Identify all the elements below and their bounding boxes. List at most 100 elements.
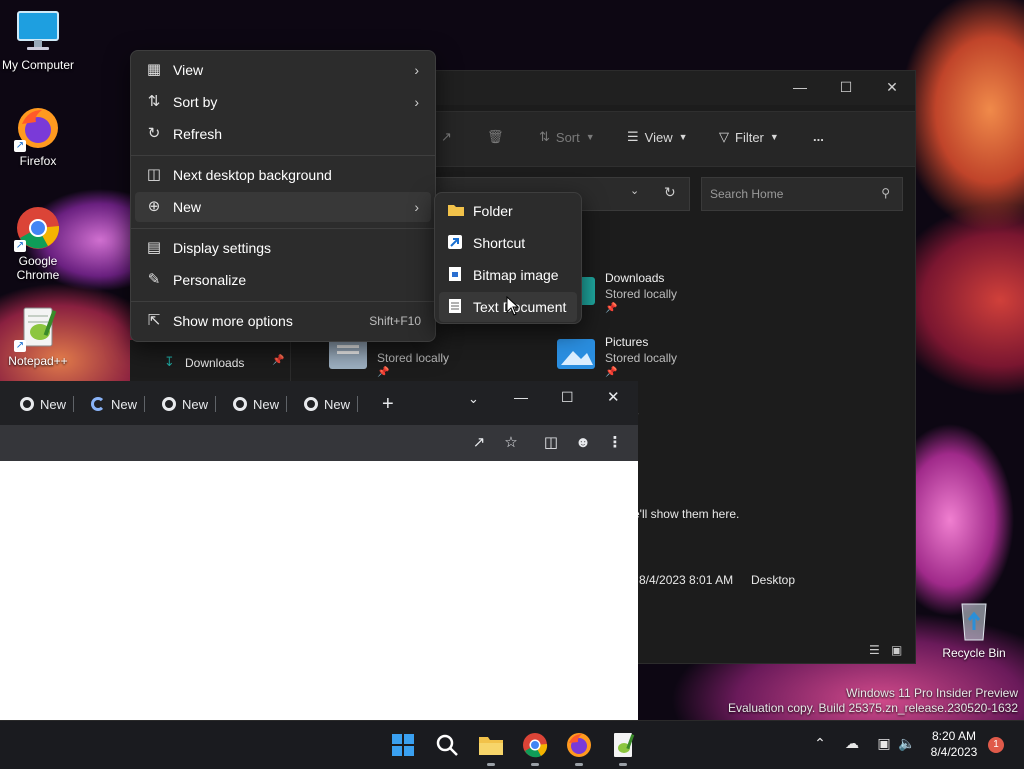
chrome-tab[interactable]: New [91,394,146,414]
sort-button[interactable]: ⇅ Sort ▼ [539,129,595,145]
windows-watermark: Windows 11 Pro Insider Preview Evaluatio… [728,686,1018,716]
profile-avatar-icon[interactable]: ☻ [573,433,593,453]
tiles-view-icon[interactable]: ▣ [891,643,902,657]
menu-item-refresh[interactable]: ↻ Refresh [135,119,431,149]
minimize-button[interactable]: — [777,71,823,103]
desktop-icon-label: Recycle Bin [942,646,1006,660]
desktop-icon-notepadpp[interactable]: ↗ Notepad++ [0,304,76,368]
close-button[interactable]: ✕ [607,388,620,406]
delete-icon[interactable]: 🗑 [487,129,504,145]
submenu-item-folder[interactable]: Folder [439,196,577,226]
chevron-up-icon[interactable]: ⌃ [810,735,830,752]
menu-item-personalize[interactable]: ✎ Personalize [135,265,431,295]
menu-item-shortcut: Shift+F10 [369,314,421,328]
chevron-down-icon: ▼ [769,132,779,142]
more-options-button[interactable]: ... [813,129,824,144]
desktop-icon-firefox[interactable]: ↗ Firefox [0,104,76,168]
menu-item-display-settings[interactable]: ▤ Display settings [135,233,431,263]
search-placeholder: Search Home [710,187,784,201]
quick-access-pictures[interactable]: Pictures Stored locally 📌 [555,335,715,385]
side-panel-icon[interactable]: ◫ [541,433,561,453]
downloads-icon: ↧ [164,354,175,369]
desktop-icon-chrome[interactable]: ↗ Google Chrome [0,204,76,282]
watermark-line1: Windows 11 Pro Insider Preview [846,686,1018,700]
search-icon[interactable] [433,731,461,759]
nav-downloads-label[interactable]: Downloads [185,356,244,370]
shortcut-arrow-icon: ↗ [14,140,26,152]
chevron-down-icon[interactable]: ⌄ [630,184,639,197]
chevron-down-icon: ▼ [678,132,688,142]
chrome-menu-icon[interactable]: ⋮ [605,433,625,453]
chevron-right-icon: › [414,62,419,78]
filter-button[interactable]: ▽ Filter ▼ [719,129,779,145]
recycle-bin-icon [950,596,998,644]
chrome-tab-strip: New New New New New + ⌄ — ☐ ✕ [0,381,638,425]
tab-search-icon[interactable]: ⌄ [468,391,479,407]
chevron-down-icon: ▼ [585,132,595,142]
search-icon: ⚲ [881,186,890,200]
menu-item-next-desktop-background[interactable]: ◫ Next desktop background [135,160,431,190]
chrome-tab[interactable]: New [162,394,217,414]
sort-icon: ⇅ [147,93,161,110]
refresh-icon[interactable]: ↻ [664,184,676,201]
chrome-page-content[interactable] [0,461,638,720]
bookmark-star-icon[interactable]: ☆ [501,433,521,453]
system-clock[interactable]: 8:20 AM 8/4/2023 [924,728,984,760]
desktop-icon-label: Google Chrome [16,254,60,282]
menu-item-sort-by[interactable]: ⇅ Sort by › [135,87,431,117]
start-icon[interactable] [389,731,417,759]
running-indicator [531,763,539,766]
search-input[interactable]: Search Home ⚲ [701,177,903,211]
chrome-icon[interactable] [521,731,549,766]
running-indicator [575,763,583,766]
new-tab-button[interactable]: + [382,393,394,415]
file-explorer-icon[interactable] [477,731,505,766]
chrome-tab[interactable]: New [20,394,75,414]
maximize-button[interactable]: ☐ [823,71,869,103]
submenu-item-bitmap-image[interactable]: Bitmap image [439,260,577,290]
filter-label: Filter [735,129,764,145]
tab-label: New [324,396,351,412]
brush-icon: ✎ [147,271,161,288]
desktop-icon-label: Notepad++ [8,354,68,368]
notification-badge[interactable]: 1 [988,737,1004,753]
volume-icon[interactable]: 🔈 [897,735,917,752]
minimize-button[interactable]: — [514,389,528,405]
firefox-icon[interactable] [565,731,593,766]
tab-label: New [111,396,138,412]
desktop-icon-label: Firefox [19,154,57,168]
cloud-offline-icon[interactable]: ☁ [842,735,862,752]
submenu-item-shortcut[interactable]: Shortcut [439,228,577,258]
explorer-nav-pane: ↧ Downloads 📌 [130,340,290,381]
menu-item-view[interactable]: ▦ View › [135,55,431,85]
menu-separator [131,228,435,229]
desktop-icon-recycle-bin[interactable]: Recycle Bin [936,596,1012,660]
network-icon[interactable]: ▣ [874,735,894,752]
chrome-tab[interactable]: New [304,394,359,414]
view-button[interactable]: ☰ View ▼ [627,129,688,145]
chrome-tab[interactable]: New [233,394,288,414]
menu-separator [131,155,435,156]
share-icon[interactable]: ↗ [469,433,489,453]
maximize-button[interactable]: ☐ [561,389,574,406]
chrome-icon [233,397,247,411]
chrome-window: New New New New New + ⌄ — ☐ ✕ ↗ ☆ ◫ ☻ ⋮ [0,381,638,720]
menu-item-label: Display settings [173,240,272,256]
quick-access-documents[interactable]: Stored locally 📌 [327,335,487,385]
details-view-icon[interactable]: ☰ [869,643,880,657]
notepadpp-icon[interactable] [609,731,637,766]
close-button[interactable]: ✕ [869,71,915,103]
background-icon: ◫ [146,166,162,183]
submenu-item-label: Folder [473,203,513,219]
firefox-icon: ↗ [14,104,62,152]
sort-label: Sort [555,129,580,145]
filter-icon: ▽ [719,129,729,144]
menu-item-label: Refresh [173,126,223,142]
desktop-icon-label: My Computer [1,58,75,72]
tab-label: New [182,396,209,412]
notepadpp-icon: ↗ [14,304,62,352]
desktop-icon-my-computer[interactable]: My Computer [0,8,76,72]
menu-item-show-more-options[interactable]: ⇱ Show more options Shift+F10 [135,306,431,336]
menu-item-new[interactable]: ⊕ New › [135,192,431,222]
share-icon[interactable]: ↗ [441,129,452,145]
